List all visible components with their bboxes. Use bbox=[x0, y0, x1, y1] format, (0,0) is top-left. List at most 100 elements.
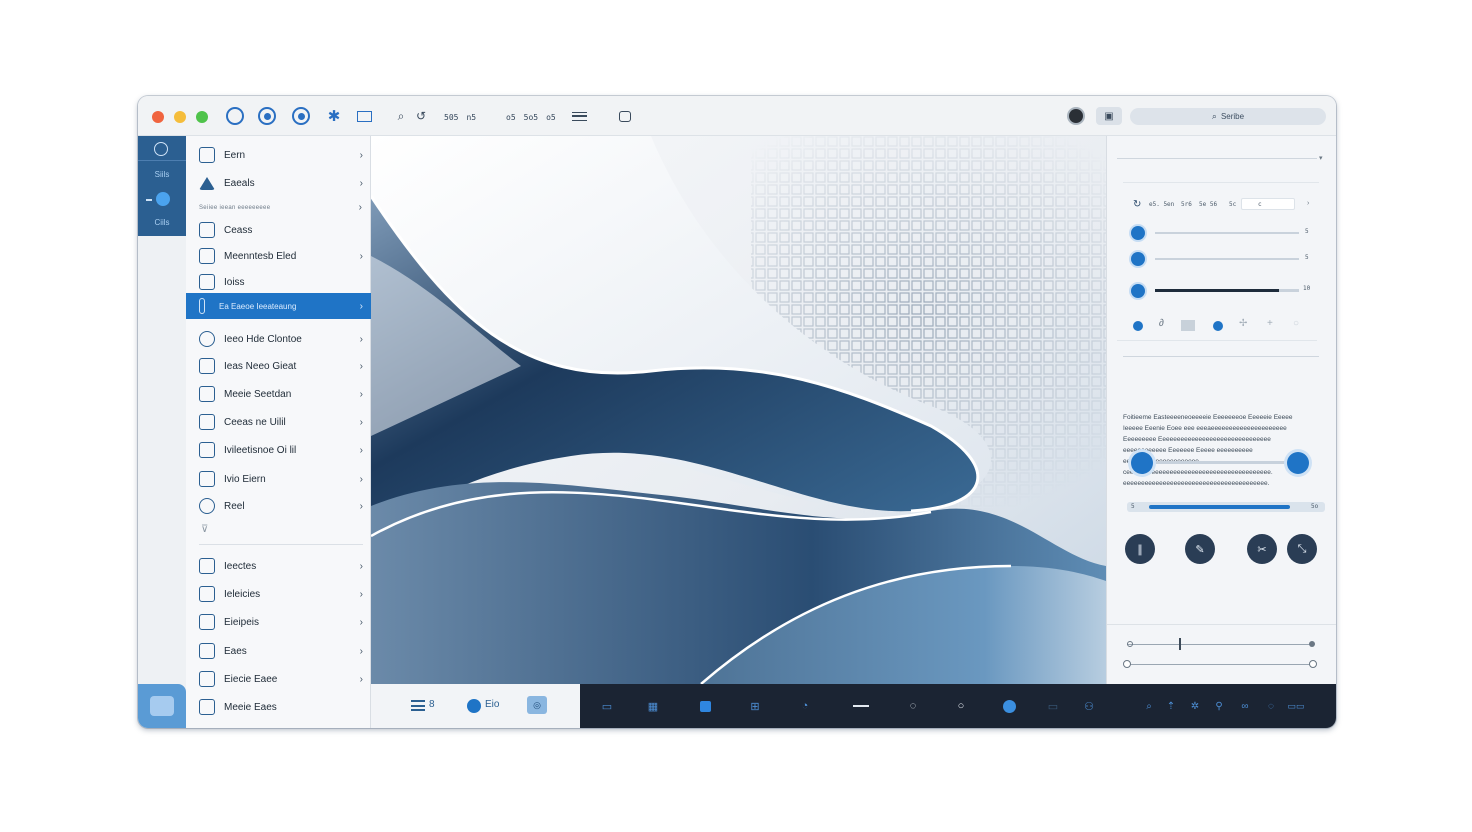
bottom-slider-2-start[interactable] bbox=[1123, 660, 1131, 668]
tag-icon[interactable] bbox=[618, 107, 632, 125]
settings-icon[interactable]: ✲ bbox=[1188, 699, 1202, 713]
info-icon[interactable] bbox=[292, 107, 310, 125]
export-icon[interactable]: ▭▭ bbox=[1288, 699, 1305, 713]
layout-icon[interactable]: ▭ bbox=[600, 699, 614, 713]
upload-icon[interactable]: ⇡ bbox=[1164, 699, 1178, 713]
menu-item[interactable]: Eiecie Eaee › bbox=[186, 666, 371, 692]
menu-item[interactable]: Eieipeis › bbox=[186, 609, 371, 635]
rail-label-2[interactable]: Ciils bbox=[138, 218, 186, 227]
bottom-slider-1-track[interactable] bbox=[1127, 644, 1313, 645]
clock-icon[interactable] bbox=[154, 142, 168, 156]
range-slider-low-knob[interactable] bbox=[1131, 452, 1153, 474]
globe-icon[interactable] bbox=[1002, 699, 1016, 713]
slider-3-knob[interactable] bbox=[1131, 284, 1145, 298]
slider-1-knob[interactable] bbox=[1131, 226, 1145, 240]
chevron-right-icon: › bbox=[359, 616, 363, 628]
menu-item[interactable]: Ieeo Hde Clontoe › bbox=[186, 326, 371, 352]
dot-tool-icon[interactable] bbox=[1133, 321, 1143, 331]
grid-icon[interactable]: ⊞ bbox=[748, 699, 762, 713]
rectangle-icon[interactable]: ▭ bbox=[1046, 699, 1060, 713]
slider-1-track[interactable] bbox=[1155, 232, 1299, 234]
range-slider-track[interactable] bbox=[1141, 461, 1301, 464]
canvas-artwork[interactable] bbox=[371, 136, 1106, 684]
chevron-down-icon[interactable]: ▾ bbox=[1319, 154, 1323, 162]
menu-item[interactable]: Ieleicies › bbox=[186, 581, 371, 607]
menu-item[interactable]: Ioiss bbox=[186, 269, 371, 295]
description-text: Foitieeme Easteeeeneoeeeeie Eeeeeeeoe Ee… bbox=[1123, 414, 1293, 487]
slider-2-knob[interactable] bbox=[1131, 252, 1145, 266]
cloud-icon[interactable] bbox=[226, 107, 244, 125]
record-icon[interactable] bbox=[467, 699, 481, 713]
link-icon[interactable]: ↻ bbox=[1133, 199, 1141, 210]
sync-icon[interactable]: ◔ bbox=[798, 699, 812, 713]
filter-icon[interactable]: ⊽ bbox=[201, 524, 208, 535]
menu-item[interactable]: Ceeas ne Uilil › bbox=[186, 409, 371, 435]
menu-item[interactable]: Meeie Eaes bbox=[186, 694, 371, 720]
circle-icon[interactable]: ○ bbox=[954, 699, 968, 713]
rect-tool-icon[interactable] bbox=[1181, 320, 1195, 331]
comment-icon[interactable]: ○ bbox=[1293, 318, 1299, 329]
link-icon[interactable]: ∞ bbox=[1238, 699, 1252, 713]
maximize-window-button[interactable] bbox=[196, 111, 208, 123]
panel-divider bbox=[1107, 624, 1336, 625]
triangle-icon bbox=[199, 176, 215, 190]
star-icon[interactable]: ✢ bbox=[1239, 318, 1247, 329]
search-field[interactable]: ⌕ Seribe bbox=[1130, 108, 1326, 125]
menu-item[interactable]: Ieas Neeo Gieat › bbox=[186, 353, 371, 379]
toolbar-text-group-2[interactable]: o5 5o5 o5 bbox=[506, 108, 566, 126]
avatar-icon[interactable] bbox=[1068, 107, 1084, 125]
minimize-window-button[interactable] bbox=[174, 111, 186, 123]
brush-icon[interactable]: ∂ bbox=[1159, 318, 1164, 329]
menu-item[interactable]: Reel › bbox=[186, 493, 371, 519]
chevron-right-icon[interactable]: › bbox=[1307, 200, 1309, 207]
attach-button[interactable]: ∥ bbox=[1125, 534, 1155, 564]
menu-item[interactable]: Ieectes › bbox=[186, 553, 371, 579]
search-icon[interactable]: ⌕ bbox=[1142, 699, 1156, 713]
bottom-slider-2-track[interactable] bbox=[1129, 664, 1311, 665]
puzzle-icon[interactable]: ✱ bbox=[326, 107, 342, 125]
person-icon[interactable]: ⚇ bbox=[1082, 699, 1096, 713]
menu-item[interactable]: Eern › bbox=[186, 142, 371, 168]
row-label-2: 5r6 bbox=[1181, 201, 1192, 208]
toolbar-text-group-1[interactable]: 505 n5 bbox=[444, 108, 504, 126]
circle-dot-icon[interactable]: ◌ bbox=[906, 699, 920, 713]
menu-item[interactable]: Ceass bbox=[186, 217, 371, 243]
undo-icon[interactable]: ↺ bbox=[416, 107, 426, 125]
bottom-slider-1-handle[interactable] bbox=[1179, 638, 1181, 650]
rail-bottom-button[interactable] bbox=[138, 684, 186, 728]
value-input[interactable]: c bbox=[1241, 198, 1295, 210]
menu-item[interactable]: Eaeals › bbox=[186, 170, 371, 196]
menu-icon[interactable] bbox=[411, 700, 425, 711]
list-icon[interactable] bbox=[570, 107, 588, 125]
progress-bar[interactable]: 5 5o bbox=[1127, 502, 1325, 512]
bottom-slider-2-end[interactable] bbox=[1309, 660, 1317, 668]
menu-item[interactable]: Eaes › bbox=[186, 638, 371, 664]
dot-tool-icon-2[interactable] bbox=[1213, 321, 1223, 331]
menu-item[interactable]: Ivio Eiern › bbox=[186, 466, 371, 492]
cut-button[interactable]: ✂ bbox=[1247, 534, 1277, 564]
menu-item[interactable]: Meenntesb Eled › bbox=[186, 243, 371, 269]
chevron-right-icon[interactable]: › bbox=[359, 202, 362, 213]
record-icon[interactable] bbox=[258, 107, 276, 125]
search-icon[interactable]: ⌕ bbox=[396, 107, 406, 125]
screen-share-icon[interactable]: ▣ bbox=[1096, 107, 1122, 125]
calendar-icon[interactable]: ▦ bbox=[646, 699, 660, 713]
minus-icon[interactable] bbox=[852, 699, 870, 713]
menu-item[interactable]: Meeie Seetdan › bbox=[186, 381, 371, 407]
window-icon[interactable] bbox=[356, 107, 372, 125]
expand-button[interactable]: ⤡ bbox=[1287, 534, 1317, 564]
refresh-icon[interactable]: ◌ bbox=[1264, 699, 1278, 713]
rail-label-1[interactable]: Siils bbox=[138, 170, 186, 179]
rail-active-icon[interactable] bbox=[156, 192, 170, 206]
pin-icon[interactable]: ⚲ bbox=[1212, 699, 1226, 713]
square-icon[interactable] bbox=[698, 699, 712, 713]
edit-button[interactable]: ✎ bbox=[1185, 534, 1215, 564]
close-window-button[interactable] bbox=[152, 111, 164, 123]
slider-3-value: 10 bbox=[1303, 285, 1311, 292]
menu-item[interactable]: Ivileetisnoe Oi lil › bbox=[186, 437, 371, 463]
slider-2-track[interactable] bbox=[1155, 258, 1299, 260]
menu-item[interactable]: Ea Eaeoe Ieeateaung › bbox=[186, 293, 371, 319]
layer-icon[interactable]: ◎ bbox=[527, 696, 547, 714]
plus-icon[interactable]: + bbox=[1267, 318, 1273, 329]
range-slider-high-knob[interactable] bbox=[1287, 452, 1309, 474]
